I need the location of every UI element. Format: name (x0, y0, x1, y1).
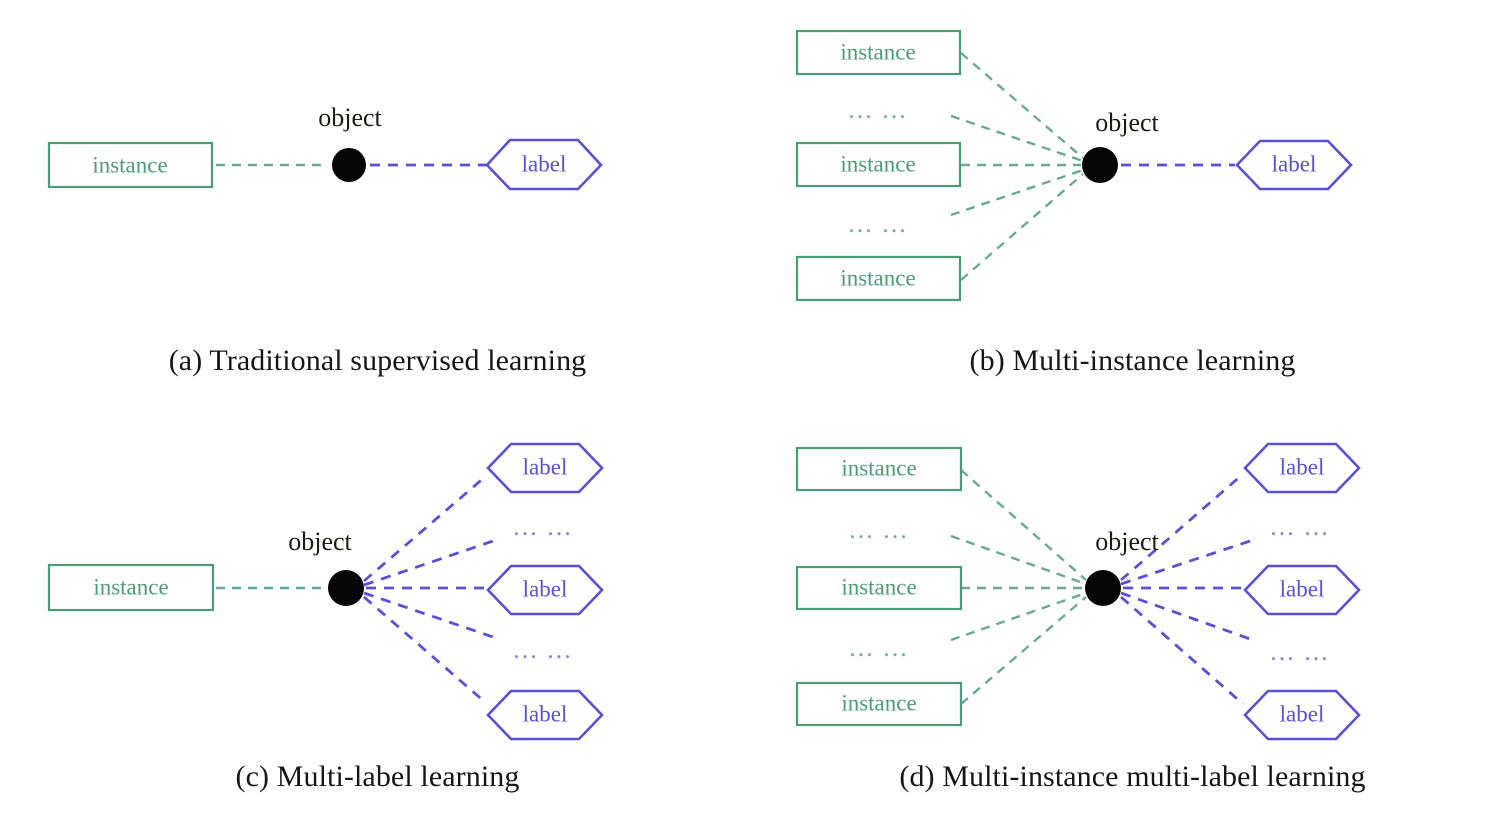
instance-node-2[interactable]: instance (795, 565, 963, 611)
object-caption: object (288, 527, 352, 556)
instance-node-1[interactable]: instance (795, 446, 963, 492)
edge-object-to-label (363, 595, 487, 705)
label-ellipsis-2: ... ... (513, 635, 573, 664)
label-label: label (1280, 701, 1325, 726)
instance-node-1[interactable]: instance (795, 29, 962, 76)
instance-node-1[interactable]: instance (47, 563, 215, 612)
edge-object-to-label (1120, 595, 1244, 706)
instance-ellipsis-1: ... ... (849, 515, 909, 544)
instance-label: instance (841, 455, 916, 480)
label-label: label (523, 576, 568, 601)
label-ellipsis-1: ... ... (513, 512, 573, 541)
label-ellipsis-2: ... ... (1270, 637, 1330, 666)
edge-object-to-label (363, 474, 487, 583)
object-dot (1085, 570, 1121, 606)
label-node-3[interactable]: label (1243, 689, 1361, 741)
instance-node-3[interactable]: instance (795, 255, 962, 302)
label-node-1[interactable]: label (1243, 442, 1361, 494)
edge-ellipsis-to-object (950, 591, 1087, 642)
label-label: label (522, 151, 567, 176)
instance-label: instance (93, 574, 168, 599)
object-caption: object (318, 103, 382, 132)
instance-label: instance (92, 152, 167, 177)
edge-ellipsis-to-object (950, 534, 1087, 586)
panel-a: instance object label (a) Traditional su… (0, 0, 755, 416)
panel-b: instance instance instance ... ... ... .… (755, 0, 1510, 416)
instance-label: instance (840, 151, 915, 176)
instance-node-2[interactable]: instance (795, 141, 962, 188)
edge-instance-to-object (960, 173, 1084, 281)
object-node[interactable]: object (288, 527, 364, 606)
label-label: label (1272, 151, 1317, 176)
instance-label: instance (841, 690, 916, 715)
object-caption: object (1095, 527, 1159, 556)
instance-ellipsis-1: ... ... (848, 95, 908, 124)
object-node[interactable]: object (318, 103, 383, 182)
instance-ellipsis-2: ... ... (849, 633, 909, 662)
panel-a-caption: (a) Traditional supervised learning (168, 344, 587, 377)
object-dot (332, 148, 366, 182)
instance-node-1[interactable]: instance (47, 141, 214, 189)
label-node-2[interactable]: label (1243, 564, 1361, 616)
label-node-1[interactable]: label (485, 138, 603, 191)
edge-ellipsis-to-object (950, 114, 1084, 163)
edge-instance-to-object (960, 52, 1084, 159)
label-label: label (1280, 576, 1325, 601)
label-label: label (1280, 454, 1325, 479)
label-ellipsis-1: ... ... (1270, 512, 1330, 541)
instance-node-3[interactable]: instance (795, 681, 963, 727)
instance-label: instance (840, 39, 915, 64)
instance-label: instance (841, 574, 916, 599)
edge-instance-to-object (960, 596, 1087, 705)
instance-ellipsis-2: ... ... (848, 209, 908, 238)
label-node-1[interactable]: label (486, 442, 604, 494)
panel-d: instance instance instance ... ... ... .… (755, 416, 1510, 832)
panel-b-caption: (b) Multi-instance learning (969, 344, 1296, 377)
instance-label: instance (840, 265, 915, 290)
label-node-2[interactable]: label (486, 564, 604, 616)
panel-c: instance object label label label ... ..… (0, 416, 755, 832)
figure-root: instance object label (a) Traditional su… (0, 0, 1510, 832)
panel-d-caption: (d) Multi-instance multi-label learning (899, 760, 1366, 793)
label-label: label (523, 701, 568, 726)
edge-instance-to-object (960, 469, 1087, 581)
panel-c-caption: (c) Multi-label learning (235, 760, 520, 793)
object-caption: object (1095, 108, 1159, 137)
label-node-3[interactable]: label (486, 689, 604, 741)
label-label: label (523, 454, 568, 479)
object-node[interactable]: object (1082, 108, 1160, 183)
object-dot (1082, 147, 1118, 183)
label-node-1[interactable]: label (1235, 139, 1353, 191)
edge-object-to-ellipsis (1120, 591, 1254, 642)
object-dot (328, 570, 364, 606)
